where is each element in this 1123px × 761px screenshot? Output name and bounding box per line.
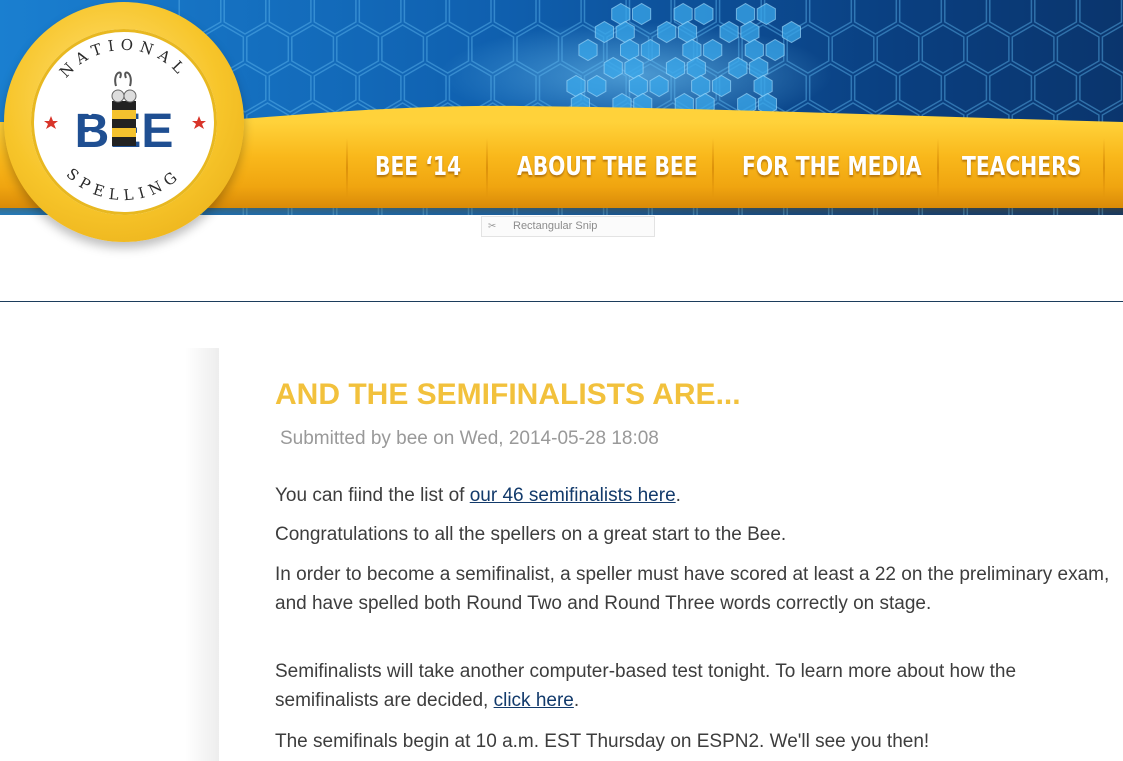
nav-item-bee-14[interactable]: BEE ‘14	[375, 130, 461, 204]
bee-body-icon	[111, 89, 137, 146]
header-small-hexagon	[749, 56, 769, 80]
paragraph-requirements: In order to become a semifinalist, a spe…	[275, 564, 1110, 614]
article-submitted-meta: Submitted by bee on Wed, 2014-05-28 18:0…	[280, 428, 659, 449]
header-small-hexagon	[756, 2, 776, 26]
header-small-hexagon	[665, 56, 686, 80]
header-small-hexagon	[640, 38, 660, 62]
nav-separator	[346, 138, 348, 198]
semifinalists-list-link[interactable]: our 46 semifinalists here	[470, 485, 676, 506]
paragraph-semifinalist-list: You can fiind the list of our 46 semifin…	[275, 481, 1110, 510]
nav-item-teachers[interactable]: TEACHERS	[962, 130, 1081, 204]
header-small-hexagon	[711, 74, 732, 98]
header-small-hexagon	[677, 20, 698, 44]
nav-separator	[712, 138, 714, 198]
header-divider	[0, 301, 1123, 302]
header-small-hexagon	[603, 56, 623, 80]
header-small-hexagon	[615, 20, 635, 44]
header-small-hexagon	[686, 56, 706, 80]
logo-artwork: NATIONAL SPELLING BEE	[44, 36, 206, 205]
header-small-hexagon	[620, 38, 640, 62]
logo-star-left-icon	[44, 116, 58, 129]
header-small-hexagon	[740, 20, 760, 44]
paragraph-test-tonight: Semifinalists will take another computer…	[275, 657, 1110, 715]
nav-separator	[937, 138, 939, 198]
click-here-link[interactable]: click here	[494, 690, 574, 711]
paragraph-text: .	[675, 485, 681, 506]
header-small-hexagon	[566, 74, 586, 98]
header-small-hexagon	[632, 2, 652, 26]
rectangular-snip-tooltip[interactable]: ✂ Rectangular Snip	[481, 216, 655, 237]
content-side-shadow	[185, 348, 219, 761]
paragraph-congratulations: Congratulations to all the spellers on a…	[275, 524, 787, 545]
header-small-hexagon	[744, 38, 764, 62]
snip-label: Rectangular Snip	[513, 220, 598, 232]
header-small-hexagon	[624, 56, 644, 80]
header-small-hexagon	[703, 38, 723, 62]
nav-item-for-the-media[interactable]: FOR THE MEDIA	[742, 130, 922, 204]
bee-antennae-icon	[114, 71, 132, 87]
header-small-hexagon	[765, 38, 785, 62]
header-small-hexagon	[719, 20, 739, 44]
paragraph-text: Semifinalists will take another computer…	[275, 661, 1017, 711]
header-small-hexagon	[628, 74, 648, 98]
header-small-hexagon	[682, 38, 702, 62]
site-logo[interactable]: NATIONAL SPELLING BEE	[4, 2, 244, 242]
header-small-hexagon	[649, 74, 669, 98]
nav-separator	[1103, 138, 1105, 198]
logo-ring-text-bottom: SPELLING	[63, 165, 185, 205]
scissors-icon: ✂	[488, 221, 497, 232]
paragraph-text: .	[573, 690, 580, 711]
header-small-hexagon	[587, 74, 607, 98]
header-small-hexagon	[657, 20, 677, 44]
header-small-hexagon	[781, 20, 801, 44]
header-small-hexagon	[753, 74, 773, 98]
nav-separator	[486, 138, 488, 198]
header-small-hexagon	[728, 56, 748, 80]
article-title: AND THE SEMIFINALISTS ARE...	[275, 378, 741, 411]
header-small-hexagon	[735, 2, 756, 26]
header-small-hexagon	[611, 2, 631, 26]
header-small-hexagon	[694, 2, 714, 26]
logo-ring-text-top: NATIONAL	[56, 36, 192, 82]
nav-item-about-the-bee[interactable]: ABOUT THE BEE	[517, 130, 698, 204]
header-small-hexagon	[594, 20, 614, 44]
header-small-hexagon	[691, 74, 711, 98]
header-small-hexagon	[673, 2, 693, 26]
paragraph-text: You can fiind the list of	[275, 485, 470, 506]
header-small-hexagon	[578, 38, 598, 62]
logo-star-right-icon	[192, 116, 206, 129]
paragraph-semifinals-schedule: The semifinals begin at 10 a.m. EST Thur…	[275, 731, 930, 752]
